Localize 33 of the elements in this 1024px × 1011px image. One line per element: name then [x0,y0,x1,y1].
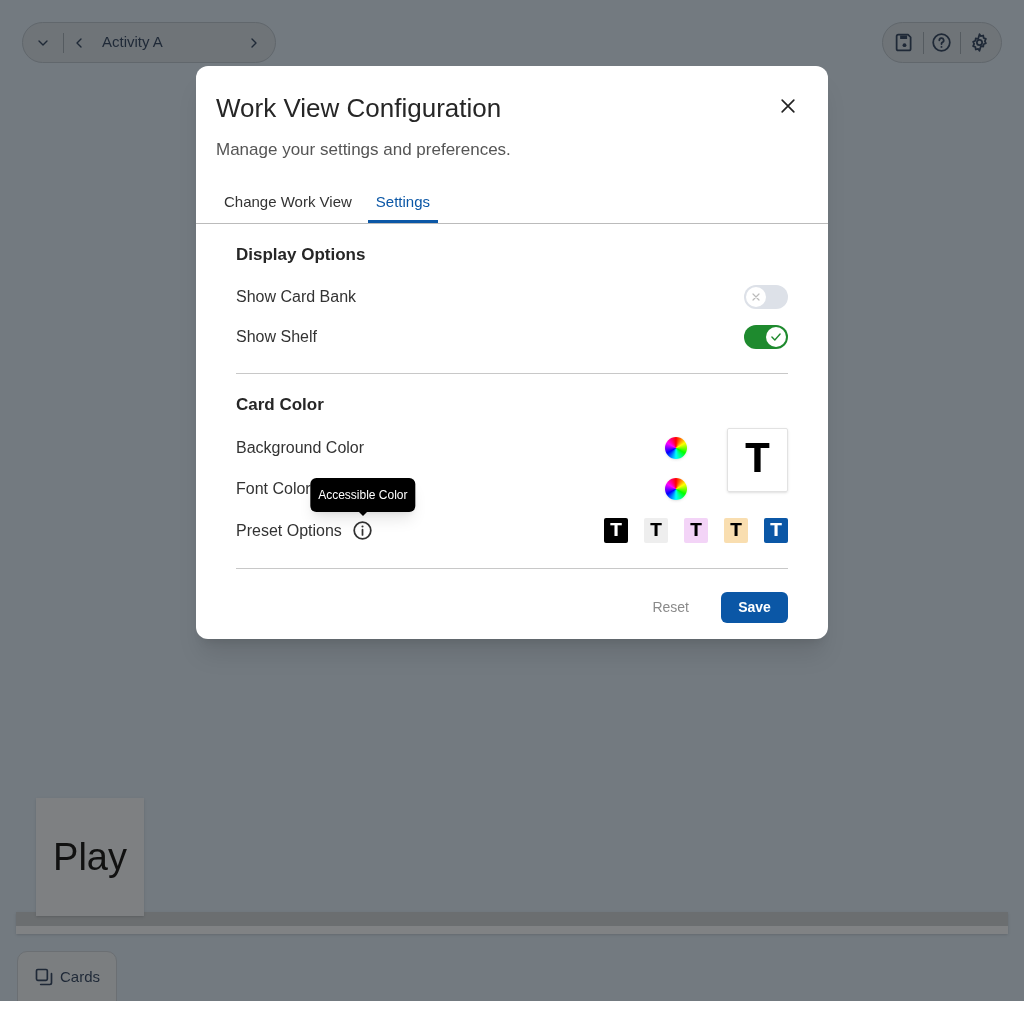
dialog-title: Work View Configuration [216,92,502,125]
color-preset-button[interactable]: T [684,518,708,543]
tooltip: Accessible Color [310,477,416,512]
section-heading: Display Options [236,243,367,266]
section-heading: Card Color [236,394,325,416]
x-icon [750,291,762,303]
preset-label: Preset Options [236,520,342,541]
toggle-switch[interactable] [744,285,788,309]
color-preset-button[interactable]: T [644,518,668,543]
info-button[interactable] [351,519,374,542]
cards-button[interactable]: Cards [17,951,117,1001]
color-preset-button[interactable]: T [604,518,628,543]
help-icon [931,32,953,53]
toggle-label: Show Shelf [236,327,317,347]
color-wheel-button[interactable] [665,437,687,459]
toggle-switch[interactable] [744,325,788,349]
color-preset-button[interactable]: T [764,518,788,543]
color-wheel-button[interactable] [665,478,687,500]
toggle-label: Show Card Bank [236,287,357,307]
save-icon [893,32,915,53]
cards-icon [34,967,54,987]
color-label: Background Color [236,438,365,458]
save-button[interactable]: Save [721,592,788,623]
color-preset-button[interactable]: T [724,518,748,543]
dialog-subtitle: Manage your settings and preferences. [216,139,512,161]
activity-title: Activity A [102,32,163,53]
close-icon [778,96,798,116]
tab[interactable]: Settings [367,184,439,223]
reset-button[interactable]: Reset [636,592,705,623]
tab[interactable]: Change Work View [216,184,360,223]
info-icon [352,520,374,541]
play-card[interactable]: Play [36,798,144,916]
card-preview: T [727,427,788,492]
